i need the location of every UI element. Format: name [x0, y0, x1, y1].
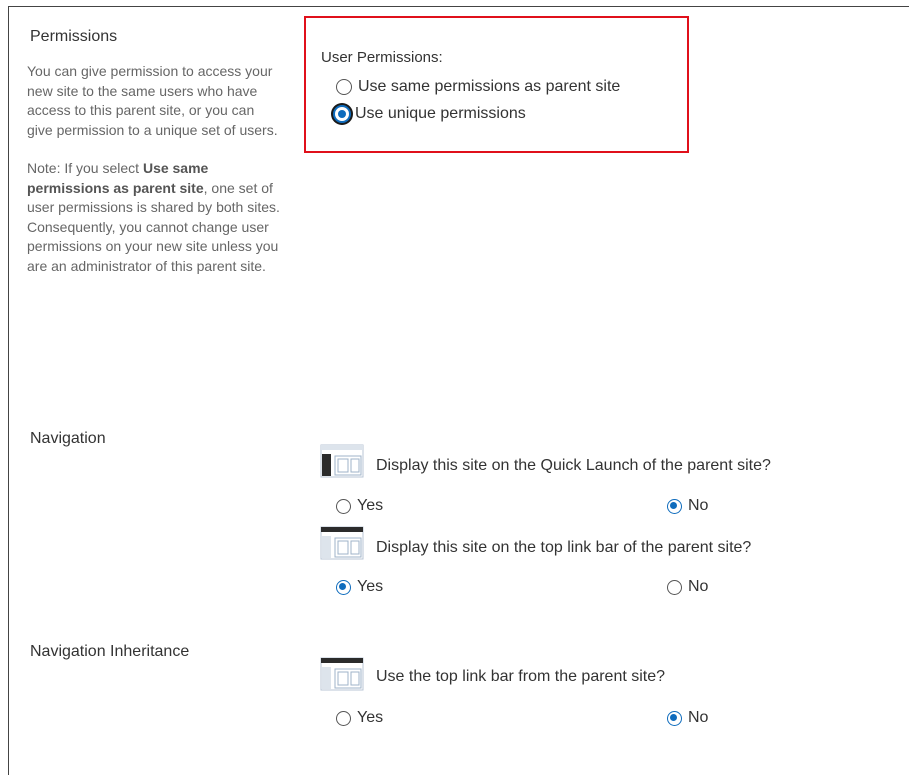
top-link-bar-yes-radio[interactable]: Yes — [336, 578, 383, 596]
radio-label-yes: Yes — [357, 497, 384, 514]
radio-circle[interactable] — [336, 79, 352, 95]
radio-circle[interactable] — [336, 710, 351, 726]
permissions-description: You can give permission to access your n… — [27, 62, 282, 276]
radio-unique-permissions[interactable]: Use unique permissions — [333, 105, 526, 123]
radio-circle-selected[interactable] — [336, 579, 351, 595]
radio-circle-selected[interactable] — [667, 498, 682, 514]
radio-label-no: No — [688, 709, 709, 726]
navigation-inheritance-title: Navigation Inheritance — [30, 643, 190, 660]
permissions-desc-text: You can give permission to access your n… — [27, 63, 278, 138]
radio-circle-selected[interactable] — [667, 710, 682, 726]
quick-launch-yes-radio[interactable]: Yes — [336, 497, 383, 515]
radio-same-permissions[interactable]: Use same permissions as parent site — [336, 78, 620, 96]
quick-launch-question: Display this site on the Quick Launch of… — [376, 457, 771, 474]
permissions-note: Note: If you select Use same permissions… — [27, 160, 280, 274]
radio-circle[interactable] — [667, 579, 682, 595]
radio-label-yes: Yes — [357, 578, 384, 595]
radio-label-unique-permissions: Use unique permissions — [355, 105, 526, 122]
navigation-section-title: Navigation — [30, 430, 106, 447]
quick-launch-icon — [320, 444, 364, 478]
radio-label-no: No — [688, 497, 709, 514]
top-link-bar-no-radio[interactable]: No — [667, 578, 708, 596]
top-link-bar-icon — [320, 526, 364, 560]
radio-label-no: No — [688, 578, 709, 595]
inheritance-yes-radio[interactable]: Yes — [336, 709, 383, 727]
top-link-bar-question: Display this site on the top link bar of… — [376, 539, 752, 556]
inheritance-question: Use the top link bar from the parent sit… — [376, 668, 666, 685]
user-permissions-label: User Permissions: — [321, 49, 443, 66]
inherit-top-link-bar-icon — [320, 657, 364, 691]
radio-label-yes: Yes — [357, 709, 384, 726]
permissions-section-title: Permissions — [30, 28, 118, 45]
radio-circle[interactable] — [336, 498, 351, 514]
quick-launch-no-radio[interactable]: No — [667, 497, 708, 515]
radio-label-same-permissions: Use same permissions as parent site — [358, 78, 621, 95]
radio-circle-selected[interactable] — [333, 105, 351, 123]
inheritance-no-radio[interactable]: No — [667, 709, 708, 727]
